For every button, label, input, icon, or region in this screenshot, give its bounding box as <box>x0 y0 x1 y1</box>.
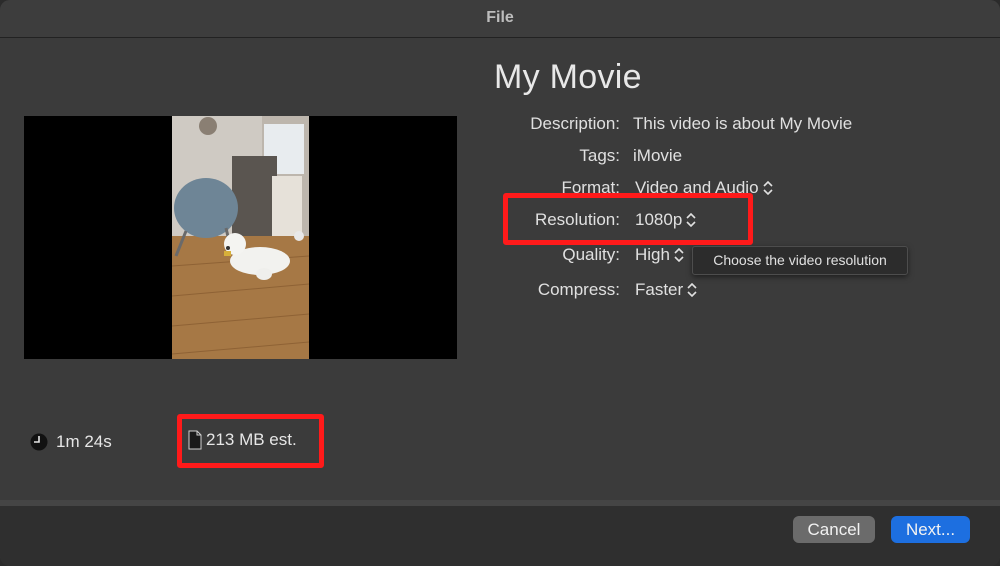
cancel-button[interactable]: Cancel <box>793 516 875 543</box>
description-value[interactable]: This video is about My Movie <box>633 114 852 134</box>
compress-label: Compress: <box>537 280 620 299</box>
title-bar: File <box>0 0 1000 38</box>
quality-popup[interactable]: High <box>635 245 684 265</box>
share-file-dialog: File My Movie Description: This video is… <box>0 0 1000 566</box>
next-button[interactable]: Next... <box>891 516 970 543</box>
chevron-updown-icon <box>687 283 697 297</box>
clock-icon <box>30 433 48 451</box>
tags-label: Tags: <box>579 146 620 165</box>
resolution-highlight-box <box>503 193 753 245</box>
duration-text: 1m 24s <box>56 432 112 451</box>
video-frame-thumbnail <box>172 116 309 359</box>
file-size-info: 213 MB est. <box>188 430 297 450</box>
document-icon <box>188 430 202 450</box>
duration-info: 1m 24s <box>30 432 112 452</box>
movie-title[interactable]: My Movie <box>494 58 642 97</box>
video-preview <box>24 116 457 359</box>
window-title: File <box>486 9 514 26</box>
chevron-updown-icon <box>674 248 684 262</box>
resolution-tooltip: Choose the video resolution <box>692 246 908 275</box>
quality-popup-value: High <box>635 245 670 264</box>
file-size-text: 213 MB est. <box>206 430 297 449</box>
chevron-updown-icon <box>762 181 773 195</box>
quality-label: Quality: <box>562 245 620 264</box>
compress-popup[interactable]: Faster <box>635 280 697 300</box>
description-label: Description: <box>530 114 620 133</box>
compress-popup-value: Faster <box>635 280 684 299</box>
tags-value[interactable]: iMovie <box>633 146 682 166</box>
